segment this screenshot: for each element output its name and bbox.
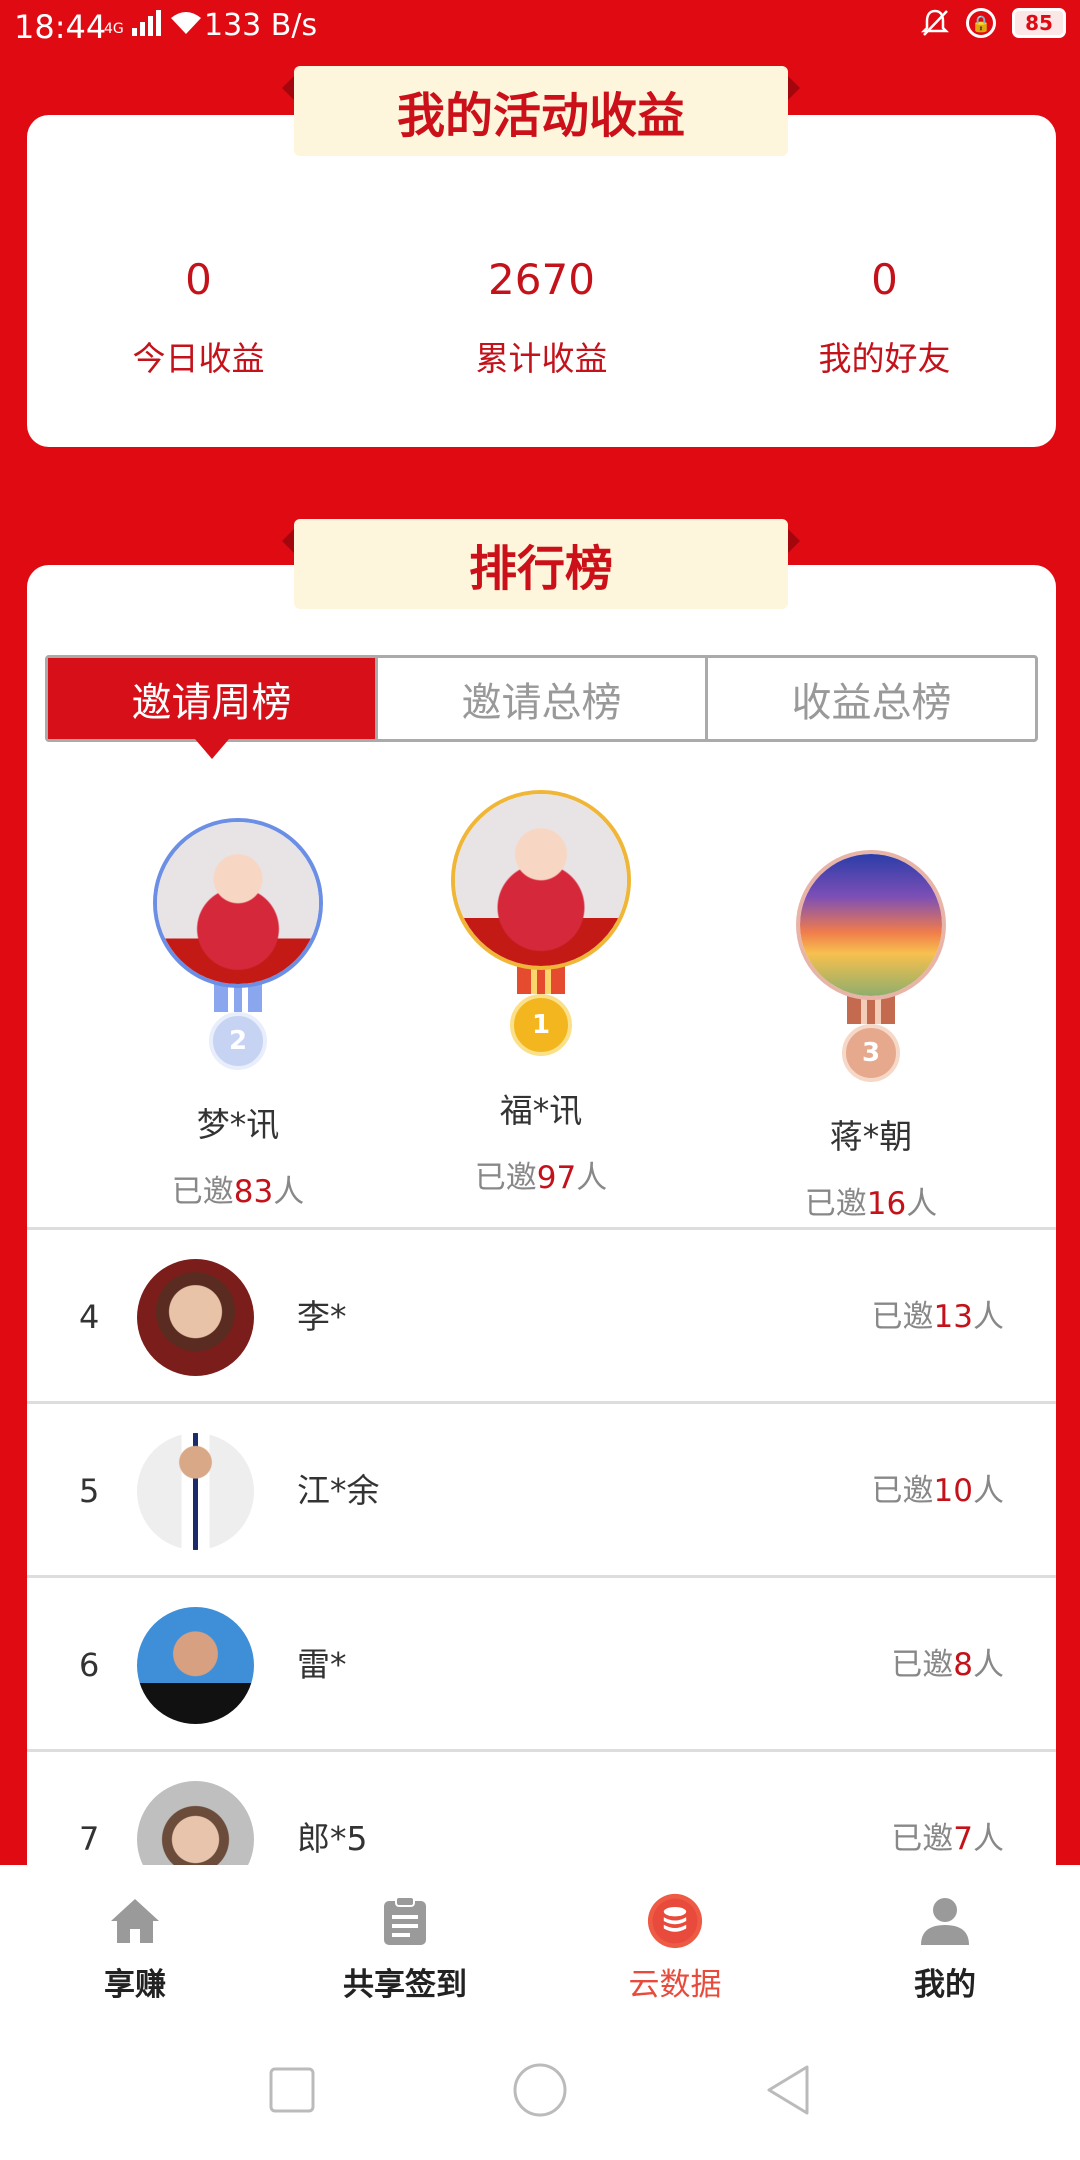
stat-label: 累计收益 xyxy=(475,339,608,378)
stat-value: 2670 xyxy=(488,255,595,304)
avatar xyxy=(796,850,946,1000)
nav-label: 享赚 xyxy=(104,1967,166,2003)
network-speed: 133 B/s xyxy=(204,8,318,43)
back-icon[interactable] xyxy=(763,2063,813,2117)
earnings-title: 我的活动收益 xyxy=(282,66,800,156)
podium-name: 梦*讯 xyxy=(196,1105,280,1144)
stat-label: 今日收益 xyxy=(132,339,265,378)
silver-medal-icon: 2 xyxy=(209,1012,267,1070)
recents-icon[interactable] xyxy=(267,2065,317,2115)
earnings-stats: 0 今日收益 2670 累计收益 0 我的好友 xyxy=(27,250,1056,380)
stat-value: 0 xyxy=(871,255,898,304)
table-row[interactable]: 4 李* 已邀13人 xyxy=(27,1227,1056,1401)
stat-today: 0 今日收益 xyxy=(27,250,370,380)
nav-label: 我的 xyxy=(914,1967,976,2003)
bottom-nav: 享赚 共享签到 云数据 我的 xyxy=(0,1865,1080,2020)
tab-total-invite[interactable]: 邀请总榜 xyxy=(375,658,705,739)
avatar xyxy=(451,790,631,970)
gold-medal-icon: 1 xyxy=(510,994,572,1056)
ribbon-icon xyxy=(214,984,262,1012)
ribbon-icon xyxy=(847,996,895,1024)
stat-value: 0 xyxy=(185,255,212,304)
podium-invites: 已邀83人 xyxy=(171,1174,305,1210)
row-invites: 已邀13人 xyxy=(871,1299,1004,1335)
avatar xyxy=(137,1433,254,1550)
row-name: 李* xyxy=(297,1297,347,1336)
battery-icon: 85 xyxy=(1012,8,1066,38)
podium-second[interactable]: 2 梦*讯 已邀83人 xyxy=(108,818,368,1211)
status-time: 18:44 xyxy=(14,8,107,46)
nav-label: 共享签到 xyxy=(343,1967,467,2003)
avatar xyxy=(153,818,323,988)
signal-icon: 4G xyxy=(104,10,203,36)
podium-first[interactable]: 1 福*讯 已邀97人 xyxy=(411,790,671,1197)
podium-name: 福*讯 xyxy=(499,1091,583,1130)
podium-third[interactable]: 3 蒋*朝 已邀16人 xyxy=(741,850,1001,1223)
nav-label: 云数据 xyxy=(628,1967,722,2003)
nav-item-mine[interactable]: 我的 xyxy=(810,1865,1080,2020)
avatar xyxy=(137,1259,254,1376)
row-name: 江*余 xyxy=(297,1471,380,1510)
clipboard-icon xyxy=(377,1893,433,1949)
leaderboard-title: 排行榜 xyxy=(282,519,800,609)
database-icon xyxy=(647,1893,703,1949)
nav-item-cloud-data[interactable]: 云数据 xyxy=(540,1865,810,2020)
tab-weekly-invite[interactable]: 邀请周榜 xyxy=(48,658,375,759)
podium-name: 蒋*朝 xyxy=(829,1117,913,1156)
leaderboard-tabs: 邀请周榜 邀请总榜 收益总榜 xyxy=(45,655,1038,759)
mute-bell-icon xyxy=(920,9,950,36)
stat-label: 我的好友 xyxy=(818,339,951,378)
user-icon xyxy=(917,1893,973,1949)
stat-total: 2670 累计收益 xyxy=(370,250,713,380)
podium-invites: 已邀97人 xyxy=(474,1160,608,1196)
row-name: 雷* xyxy=(297,1645,347,1684)
earnings-card: 0 今日收益 2670 累计收益 0 我的好友 xyxy=(27,115,1056,447)
tab-total-earnings[interactable]: 收益总榜 xyxy=(705,658,1035,739)
lock-rotation-icon: 🔒 xyxy=(966,8,996,38)
row-rank: 5 xyxy=(79,1472,100,1510)
avatar xyxy=(137,1607,254,1724)
nav-item-signin[interactable]: 共享签到 xyxy=(270,1865,540,2020)
table-row[interactable]: 6 雷* 已邀8人 xyxy=(27,1575,1056,1749)
bronze-medal-icon: 3 xyxy=(842,1024,900,1082)
stat-friends[interactable]: 0 我的好友 xyxy=(713,250,1056,380)
leaderboard-card: 2 梦*讯 已邀83人 1 福*讯 已邀97人 3 蒋*朝 已邀16人 4 李*… xyxy=(27,565,1056,1965)
row-rank: 4 xyxy=(79,1298,100,1336)
row-invites: 已邀10人 xyxy=(871,1473,1004,1509)
table-row[interactable]: 5 江*余 已邀10人 xyxy=(27,1401,1056,1575)
ribbon-icon xyxy=(517,966,565,994)
wifi-icon xyxy=(170,12,201,34)
podium-invites: 已邀16人 xyxy=(804,1186,938,1222)
nav-item-home[interactable]: 享赚 xyxy=(0,1865,270,2020)
network-type: 4G xyxy=(104,21,124,37)
row-invites: 已邀8人 xyxy=(891,1647,1004,1683)
system-nav-bar xyxy=(0,2020,1080,2160)
row-rank: 6 xyxy=(79,1646,100,1684)
home-icon xyxy=(107,1893,163,1949)
status-bar: 18:44 4G 133 B/s 🔒 85 xyxy=(0,0,1080,54)
home-circle-icon[interactable] xyxy=(512,2062,568,2118)
